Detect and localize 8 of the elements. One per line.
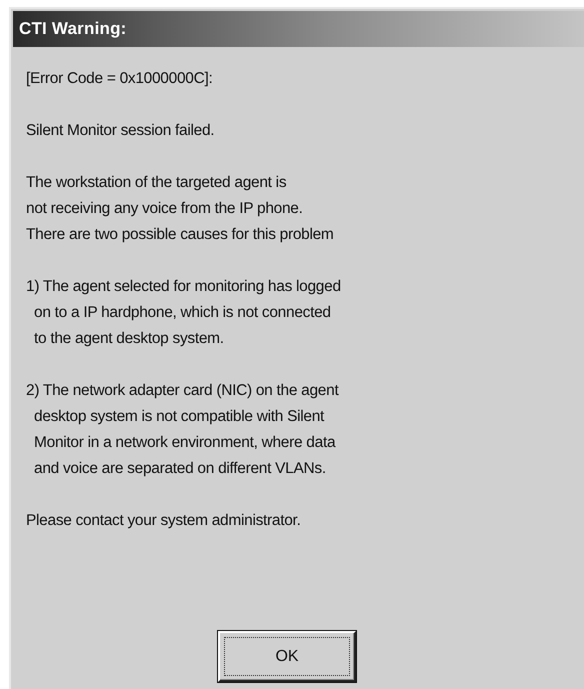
ok-button[interactable]: OK [218,631,356,682]
message-paragraph: Please contact your system administrator. [26,511,302,531]
message-paragraph: 2) The network adapter card (NIC) on the agent desktop system is not compatible with Silent Monitor in a network environment, where data and voice are separated on different VLANs. [26,381,340,479]
message-paragraph: [Error Code = 0x1000000C]: [26,69,214,89]
message-paragraph: 1) The agent selected for monitoring has logged on to a IP hardphone, which is not connected to the agent desktop system. [26,277,342,349]
message-paragraph: Silent Monitor session failed. [26,121,216,141]
window-title: CTI Warning: [19,19,127,39]
message-paragraph: The workstation of the targeted agent is not receiving any voice from the IP phone. There are two possible causes for this problem [26,173,335,245]
